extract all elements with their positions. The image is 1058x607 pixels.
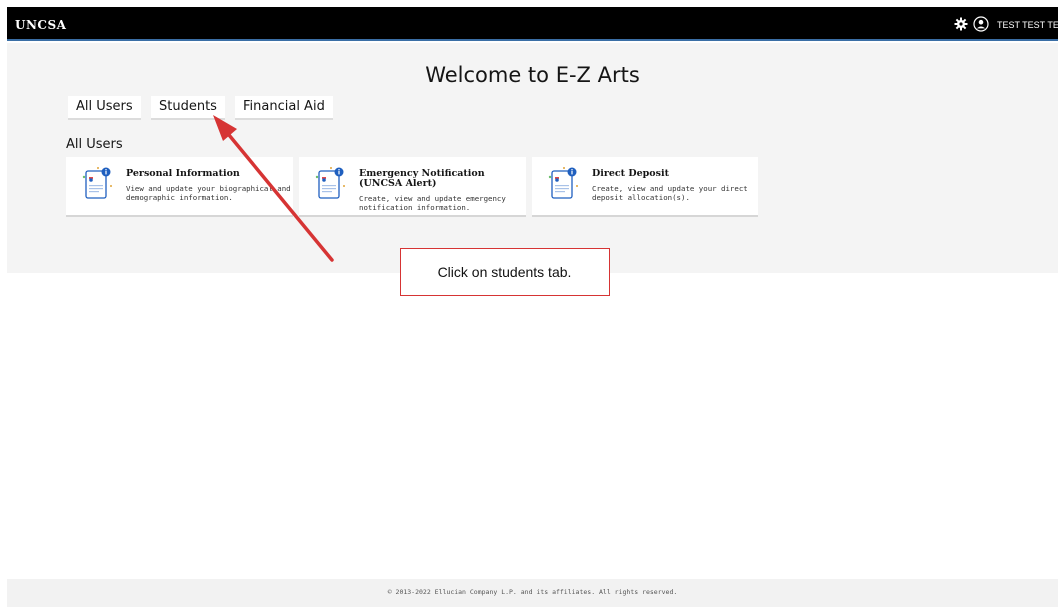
footer: © 2013-2022 Ellucian Company L.P. and it… <box>7 579 1058 607</box>
card-emergency-notification[interactable]: Emergency Notification (UNCSA Alert) Cre… <box>299 157 526 217</box>
brand-logo[interactable]: UNCSA <box>15 18 66 32</box>
card-description: Create, view and update emergency notifi… <box>359 194 506 212</box>
instruction-callout: Click on students tab. <box>400 248 610 296</box>
top-bar: UNCSA TEST TEST TEST <box>7 7 1058 41</box>
gear-icon[interactable] <box>953 16 969 32</box>
document-icon <box>311 165 347 205</box>
callout-text: Click on students tab. <box>437 264 572 280</box>
card-title: Direct Deposit <box>592 168 669 179</box>
card-direct-deposit[interactable]: Direct Deposit Create, view and update y… <box>532 157 758 217</box>
copyright-text: © 2013-2022 Ellucian Company L.P. and it… <box>387 588 678 596</box>
card-personal-information[interactable]: Personal Information View and update you… <box>66 157 293 217</box>
card-description: Create, view and update your direct depo… <box>592 184 748 202</box>
page-title: Welcome to E-Z Arts <box>425 63 640 87</box>
tab-all-users[interactable]: All Users <box>68 96 141 120</box>
card-title: Emergency Notification (UNCSA Alert) <box>359 168 485 189</box>
card-description: View and update your biographical and de… <box>126 184 291 202</box>
document-icon <box>544 165 580 205</box>
section-title: All Users <box>66 137 123 152</box>
card-title: Personal Information <box>126 168 240 179</box>
document-icon <box>78 165 114 205</box>
user-name[interactable]: TEST TEST TEST <box>997 20 1058 30</box>
user-icon[interactable] <box>973 16 989 32</box>
tab-students[interactable]: Students <box>151 96 225 120</box>
tab-financial-aid[interactable]: Financial Aid <box>235 96 333 120</box>
browser-frame: UNCSA TEST TEST TEST Welco <box>7 7 1058 607</box>
